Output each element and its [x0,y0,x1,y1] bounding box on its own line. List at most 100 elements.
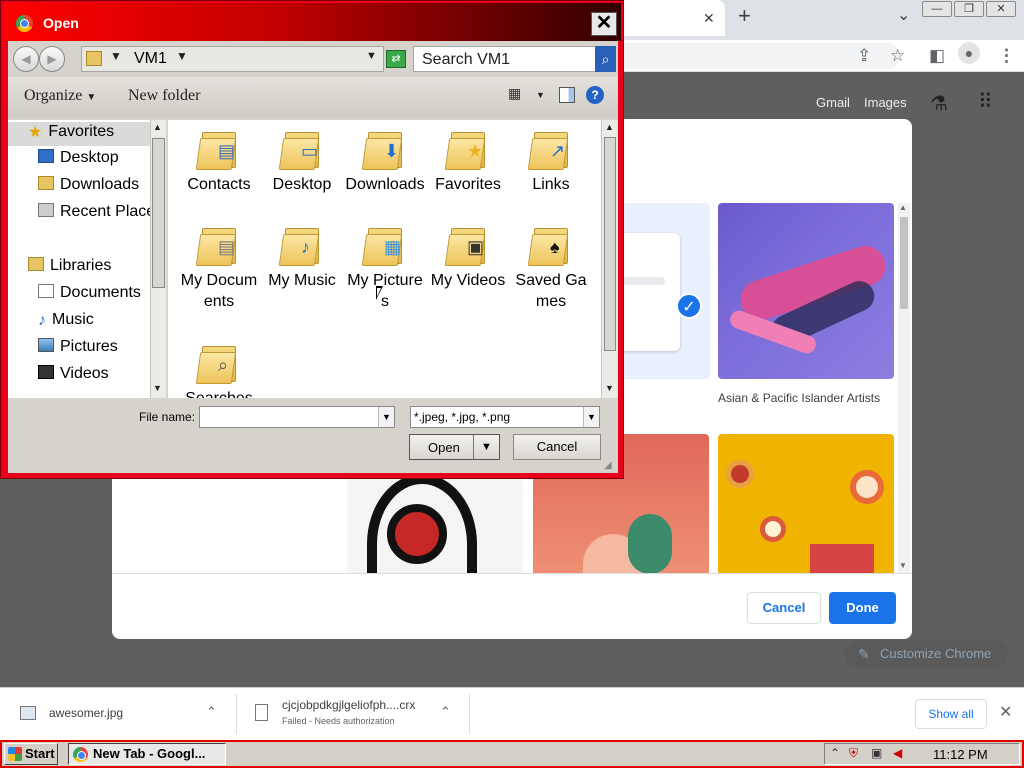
scroll-down-icon[interactable]: ▼ [605,383,614,393]
open-options-dropdown[interactable]: ▼ [473,435,499,459]
forward-button[interactable]: ▶ [39,46,65,72]
change-view-icon[interactable]: ▦ [508,85,521,102]
chevron-down-icon[interactable]: ▼ [176,49,188,63]
folder-item-my-pictures[interactable]: ▦ My Pictures [344,224,426,312]
dialog-close-button[interactable]: ✕ [591,12,617,36]
help-icon[interactable]: ? [586,86,604,104]
share-icon[interactable]: ⇪ [857,46,871,66]
done-button[interactable]: Done [829,592,896,624]
folder-item-contacts[interactable]: ▤ Contacts [178,128,260,195]
nav-label: Desktop [60,149,119,166]
nav-label: Favorites [48,123,115,140]
folder-item-links[interactable]: ↗ Links [510,128,592,195]
chevron-down-icon[interactable]: ▼ [536,90,545,100]
new-folder-button[interactable]: New folder [128,87,200,105]
dialog-cancel-button[interactable]: Cancel [513,434,601,460]
cancel-button[interactable]: Cancel [747,592,821,624]
scroll-up-icon[interactable]: ▲ [605,122,614,132]
search-icon[interactable]: ⌕ [595,46,616,72]
start-button[interactable]: Start [4,743,58,765]
folder-item-favorites[interactable]: ★ Favorites [427,128,509,195]
scrollbar-thumb[interactable] [900,217,908,309]
file-name-input[interactable] [199,406,395,428]
gmail-link[interactable]: Gmail [816,95,850,110]
background-grid-scrollbar[interactable]: ▲ ▼ [898,203,910,573]
tray-network-icon[interactable]: ▣ [871,746,882,760]
scrollbar-thumb[interactable] [604,137,616,351]
taskbar-item-chrome[interactable]: New Tab - Googl... [68,743,226,765]
chevron-up-icon[interactable]: ⌃ [206,704,217,720]
refresh-icon[interactable]: ⇄ [386,50,406,68]
nav-item-favorites[interactable]: ★ Favorites [8,122,151,146]
folder-item-saved-games[interactable]: ♠ Saved Games [510,224,592,312]
search-input[interactable]: Search VM1 ⌕ [413,46,616,72]
address-dropdown-icon[interactable]: ▼ [366,50,377,62]
download-item[interactable]: cjcjobpdkgjlgeliofph....crx Failed - Nee… [237,688,469,741]
film-badge-icon: ▣ [467,237,485,257]
nav-item-downloads[interactable]: Downloads [8,176,151,200]
minimize-button[interactable]: — [922,1,952,17]
dialog-titlebar[interactable]: Open ✕ [3,3,621,41]
nav-label: Videos [60,365,109,382]
profile-avatar-icon[interactable]: ● [958,42,980,64]
organize-button[interactable]: Organize ▼ [24,87,96,105]
clock[interactable]: 11:12 PM [933,747,988,762]
address-bar[interactable]: ▼ VM1 ▼ ▼ [81,46,384,72]
address-path[interactable]: VM1 [134,50,167,68]
file-type-select[interactable]: *.jpeg, *.jpg, *.png [410,406,600,428]
tab-close-icon[interactable]: ✕ [703,8,715,28]
back-button[interactable]: ◀ [13,46,39,72]
selected-check-icon: ✓ [676,293,702,319]
chevron-down-icon[interactable]: ▼ [583,407,599,427]
customize-chrome-button[interactable]: ✎ Customize Chrome [844,640,1008,668]
nav-item-music[interactable]: ♪ Music [8,311,151,335]
folder-label: Contacts [187,176,251,193]
chrome-logo-icon [73,747,88,762]
resize-grip-icon[interactable]: ◢ [604,460,612,471]
tab-search-icon[interactable]: ⌄ [897,6,910,26]
folder-item-downloads[interactable]: ⬇ Downloads [344,128,426,195]
images-link[interactable]: Images [864,95,907,110]
preview-pane-icon[interactable] [559,87,575,103]
tile-flowers-art[interactable] [718,434,894,573]
folder-item-searches[interactable]: ⌕ Searches [178,342,260,398]
tray-security-icon[interactable]: ⛨ [849,746,858,761]
nav-item-pictures[interactable]: Pictures [8,338,151,362]
open-button[interactable]: Open ▼ [409,434,500,460]
window-close-button[interactable]: ✕ [986,1,1016,17]
nav-item-documents[interactable]: Documents [8,284,151,308]
scroll-up-icon[interactable]: ▲ [899,203,907,212]
folder-item-desktop[interactable]: ▭ Desktop [261,128,343,195]
nav-item-videos[interactable]: Videos [8,365,151,389]
nav-item-desktop[interactable]: Desktop [8,149,151,173]
scroll-down-icon[interactable]: ▼ [153,383,162,393]
folder-item-my-videos[interactable]: ▣ My Videos [427,224,509,291]
nav-item-libraries[interactable]: Libraries [8,257,151,281]
bookmark-star-icon[interactable]: ☆ [890,46,905,66]
nav-item-recent-places[interactable]: Recent Places [8,203,151,227]
chrome-menu-icon[interactable]: ⋮ [998,46,1015,66]
navigation-scrollbar[interactable]: ▲ ▼ [150,120,166,398]
scroll-down-icon[interactable]: ▼ [899,561,907,570]
scroll-up-icon[interactable]: ▲ [153,122,162,132]
chevron-up-icon[interactable]: ⌃ [440,704,451,720]
google-apps-icon[interactable]: ⠿ [978,89,993,114]
videos-icon [38,365,54,379]
chevron-down-icon[interactable]: ▼ [378,407,394,427]
show-all-button[interactable]: Show all [915,699,987,729]
tile-asian-pacific-artists[interactable] [718,203,894,379]
tray-volume-icon[interactable]: ◀ [893,746,902,760]
file-list-scrollbar[interactable]: ▲ ▼ [601,120,618,398]
close-icon[interactable]: ✕ [999,702,1012,722]
side-panel-icon[interactable]: ◧ [929,46,945,66]
labs-flask-icon[interactable]: ⚗ [930,91,948,116]
folder-item-my-documents[interactable]: ▤ My Documents [178,224,260,312]
chevron-down-icon[interactable]: ▼ [110,49,122,63]
folder-item-my-music[interactable]: ♪ My Music [261,224,343,291]
tray-expand-icon[interactable]: ⌃ [830,746,840,760]
scrollbar-thumb[interactable] [152,138,165,288]
restore-button[interactable]: ❐ [954,1,984,17]
nav-label: Documents [60,284,141,301]
new-tab-button[interactable]: + [738,5,751,27]
download-item[interactable]: awesomer.jpg ⌃ [0,688,236,741]
